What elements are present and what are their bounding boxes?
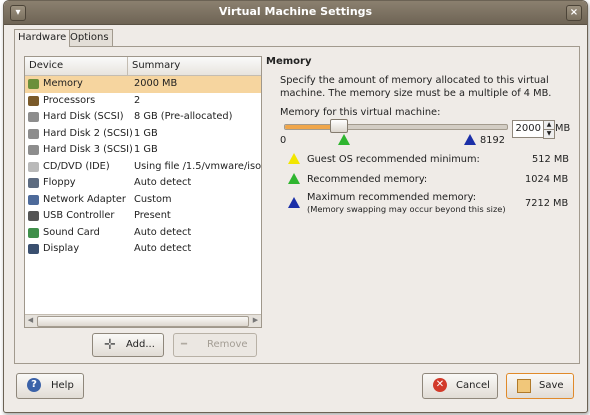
recommended-memory-value: 1024 MB [525, 174, 569, 185]
network-adapter-icon [28, 194, 39, 205]
device-list-header: Device Summary [25, 57, 261, 76]
guest-os-minimum-value: 512 MB [532, 154, 569, 165]
window-title: Virtual Machine Settings [218, 5, 373, 18]
device-name: Processors [43, 94, 96, 106]
add-button-label: Add... [126, 339, 155, 350]
device-summary: Auto detect [134, 177, 192, 188]
processor-icon [28, 95, 39, 106]
max-recommended-memory-label: Maximum recommended memory: [307, 192, 477, 203]
guest-os-minimum-icon [288, 153, 300, 164]
close-icon[interactable]: × [566, 5, 582, 21]
help-icon: ? [27, 378, 41, 392]
memory-description: Specify the amount of memory allocated t… [280, 75, 552, 99]
device-row-floppy[interactable]: Floppy Auto detect [25, 175, 261, 192]
memory-swapping-note: (Memory swapping may occur beyond this s… [307, 204, 506, 214]
device-name: Hard Disk (SCSI) [43, 111, 124, 122]
minus-icon: ━ [181, 339, 188, 350]
hard-disk-icon [28, 128, 39, 139]
device-name: Display [43, 243, 80, 254]
cancel-button[interactable]: ✕ Cancel [422, 373, 498, 399]
usb-icon [28, 211, 39, 221]
save-button[interactable]: Save [506, 373, 574, 399]
title-bar[interactable]: ▾ Virtual Machine Settings × [4, 1, 587, 25]
device-row-network-adapter[interactable]: Network Adapter Custom [25, 192, 261, 209]
tab-options[interactable]: Options [66, 29, 113, 46]
device-row-memory[interactable]: Memory 2000 MB [25, 76, 261, 93]
memory-slider-track[interactable] [284, 124, 508, 130]
max-recommended-memory-icon [288, 197, 300, 208]
summary-column-header[interactable]: Summary [132, 60, 180, 71]
device-summary: Present [134, 210, 171, 221]
device-row-cd-dvd-ide[interactable]: CD/DVD (IDE) Using file /1.5/vmware/iso/ [25, 159, 261, 176]
device-summary: 1 GB [134, 144, 158, 155]
tab-hardware[interactable]: Hardware [14, 29, 71, 47]
cancel-button-label: Cancel [456, 380, 490, 391]
hard-disk-icon [28, 145, 39, 155]
device-name: Sound Card [43, 226, 100, 238]
device-name: Hard Disk 2 (SCSI) [43, 127, 133, 139]
scroll-right-icon[interactable]: ▶ [251, 316, 260, 325]
device-name: Floppy [43, 177, 76, 188]
device-name: USB Controller [43, 210, 115, 221]
scroll-left-icon[interactable]: ◀ [26, 316, 35, 325]
horizontal-scrollbar[interactable]: ◀ ▶ [25, 314, 261, 327]
max-recommended-memory-value: 7212 MB [525, 198, 569, 209]
help-button[interactable]: ? Help [16, 373, 84, 399]
save-icon [517, 379, 531, 393]
scrollbar-thumb[interactable] [37, 316, 249, 327]
recommended-memory-icon [288, 173, 300, 184]
device-summary: Auto detect [134, 226, 192, 238]
device-summary: 1 GB [134, 127, 158, 139]
device-rows: Memory 2000 MB Processors 2 Hard Disk (SCSI)… [25, 76, 261, 258]
device-row-display[interactable]: Display Auto detect [25, 241, 261, 258]
memory-heading: Memory [266, 56, 312, 67]
device-name: Hard Disk 3 (SCSI) [43, 144, 133, 155]
help-button-label: Help [51, 380, 74, 391]
device-summary: Auto detect [134, 243, 192, 254]
device-name: Network Adapter [43, 193, 126, 205]
display-icon [28, 244, 39, 254]
remove-button[interactable]: ━ Remove [173, 333, 257, 357]
slider-max-label: 8192 [480, 135, 505, 146]
device-row-hard-disk-3-scsi[interactable]: Hard Disk 3 (SCSI) 1 GB [25, 142, 261, 159]
hard-disk-icon [28, 112, 39, 122]
spin-down-icon[interactable]: ▼ [543, 129, 555, 139]
device-name: Memory [43, 78, 83, 89]
sound-card-icon [28, 227, 39, 238]
device-row-usb-controller[interactable]: USB Controller Present [25, 208, 261, 225]
device-summary: 2 [134, 94, 141, 106]
device-list[interactable]: Device Summary Memory 2000 MB Processors 2 H… [24, 56, 262, 328]
memory-icon [28, 79, 39, 89]
max-memory-marker-icon [464, 134, 476, 145]
cancel-icon: ✕ [433, 378, 447, 392]
memory-slider-thumb[interactable] [330, 119, 349, 133]
recommended-memory-marker-icon [338, 134, 350, 145]
device-summary: Custom [134, 193, 172, 205]
slider-label: Memory for this virtual machine: [280, 107, 441, 118]
device-row-sound-card[interactable]: Sound Card Auto detect [25, 225, 261, 242]
guest-os-minimum-label: Guest OS recommended minimum: [307, 154, 480, 165]
device-summary: Using file /1.5/vmware/iso/ [134, 160, 261, 172]
device-row-hard-disk-scsi[interactable]: Hard Disk (SCSI) 8 GB (Pre-allocated) [25, 109, 261, 126]
device-row-processors[interactable]: Processors 2 [25, 93, 261, 110]
recommended-memory-label: Recommended memory: [307, 174, 428, 185]
remove-button-label: Remove [207, 339, 248, 350]
slider-min-label: 0 [280, 135, 287, 146]
plus-icon: ✛ [104, 337, 116, 353]
device-summary: 2000 MB [134, 78, 178, 89]
device-row-hard-disk-2-scsi[interactable]: Hard Disk 2 (SCSI) 1 GB [25, 126, 261, 143]
cd-dvd-icon [28, 161, 39, 172]
settings-window: ▾ Virtual Machine Settings × Hardware Op… [3, 0, 588, 413]
add-button[interactable]: ✛ Add... [92, 333, 164, 357]
device-column-header[interactable]: Device [29, 60, 63, 71]
save-button-label: Save [539, 380, 564, 391]
memory-unit: MB [555, 123, 571, 134]
device-summary: 8 GB (Pre-allocated) [134, 111, 233, 122]
floppy-icon [28, 178, 39, 188]
memory-value-input[interactable]: 2000 [512, 120, 544, 138]
device-name: CD/DVD (IDE) [43, 160, 110, 172]
